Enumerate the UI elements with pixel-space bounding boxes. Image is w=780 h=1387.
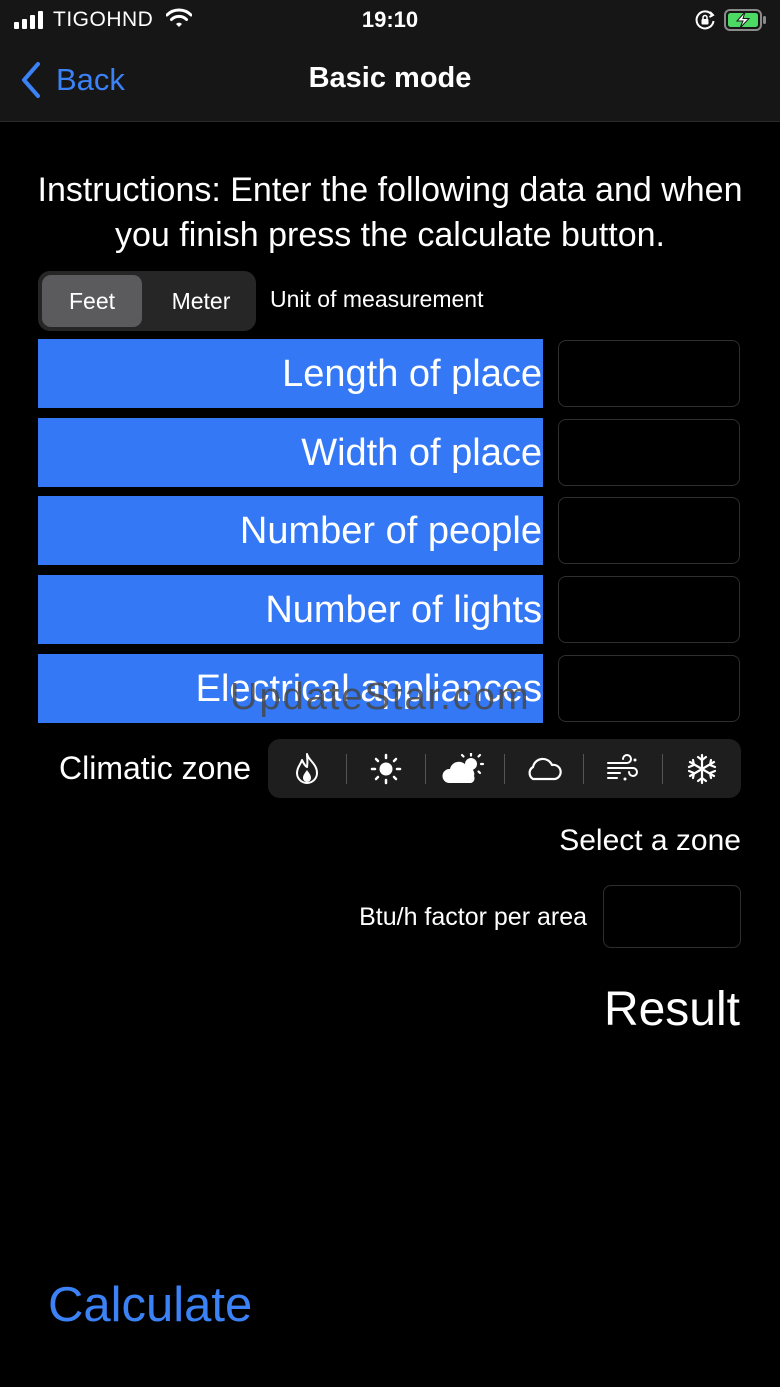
length-label-text: Length of place [282,353,542,395]
people-input[interactable] [558,497,740,564]
appliances-label: Electrical appliances [38,654,543,723]
battery-charging-icon [724,9,768,36]
climatic-zone-label: Climatic zone [59,750,252,786]
unit-option-meter[interactable]: Meter [150,275,252,327]
sun-icon [370,753,402,784]
climatic-zone-segmented-control [268,739,741,798]
zone-option-snow[interactable] [663,739,741,798]
result-label: Result [603,983,740,1036]
zone-option-sun[interactable] [347,739,425,798]
btu-factor-label: Btu/h factor per area [359,903,587,931]
calculate-button[interactable]: Calculate [48,1277,252,1333]
lights-label: Number of lights [38,575,543,644]
zone-option-wind[interactable] [584,739,662,798]
rotation-lock-icon [694,9,716,36]
page-title: Basic mode [308,62,472,94]
status-time: 19:10 [361,7,419,32]
unit-option-feet[interactable]: Feet [42,275,142,327]
flame-icon [296,752,318,784]
people-label-text: Number of people [239,510,542,552]
status-bar: TIGOHND 19:10 [0,0,780,40]
length-label: Length of place [38,339,543,408]
zone-status-text: Select a zone [559,824,741,857]
width-input[interactable] [558,419,740,486]
width-label: Width of place [38,418,543,487]
btu-factor-field[interactable] [603,885,741,948]
unit-label: Unit of measurement [270,286,484,312]
appliances-label-text: Electrical appliances [195,668,542,710]
instructions-text: Instructions: Enter the following data a… [37,171,743,254]
unit-segmented-control: Feet Meter [38,271,256,331]
appliances-input[interactable] [558,655,740,722]
length-input[interactable] [558,340,740,407]
lights-label-text: Number of lights [265,589,542,631]
sun-behind-cloud-icon [442,752,485,783]
width-label-text: Width of place [301,432,542,474]
cloud-icon [528,757,562,780]
wind-icon [607,753,638,780]
zone-option-cloud[interactable] [505,739,583,798]
people-label: Number of people [38,496,543,565]
zone-option-sun-cloud[interactable] [426,739,504,798]
zone-option-flame[interactable] [268,739,346,798]
lights-input[interactable] [558,576,740,643]
snowflake-icon [687,753,717,784]
navigation-bar: Back Basic mode [0,40,780,122]
